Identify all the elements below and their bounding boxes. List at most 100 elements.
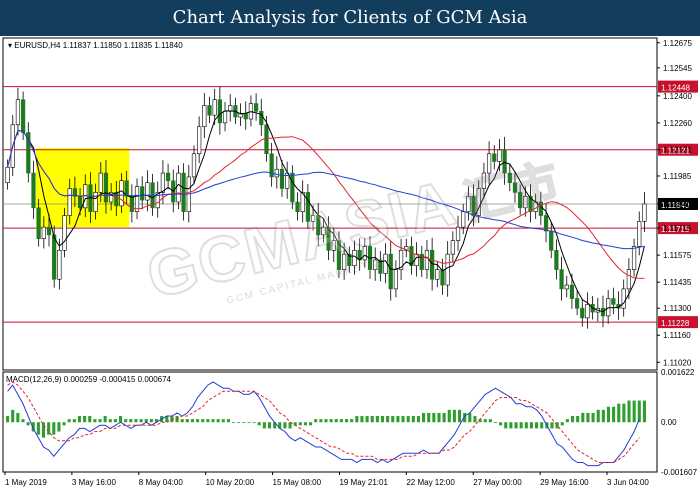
macd-histogram-bar: [550, 422, 554, 429]
macd-histogram-bar: [57, 422, 61, 432]
candle-bear: [518, 192, 523, 209]
macd-histogram-bar: [581, 412, 585, 423]
candle-bull: [476, 188, 481, 216]
macd-histogram-bar: [108, 419, 112, 423]
macd-histogram-bar: [540, 422, 544, 429]
candle-bull: [5, 166, 10, 184]
candle-bear: [543, 215, 549, 232]
candle-bear: [181, 172, 186, 212]
candle-bear: [554, 250, 559, 270]
macd-histogram-bar: [72, 419, 76, 423]
macd-histogram-bar: [201, 419, 205, 423]
macd-histogram-bar: [396, 416, 400, 423]
macd-histogram-bar: [360, 416, 364, 423]
macd-histogram-bar: [237, 422, 241, 424]
macd-histogram-bar: [303, 422, 307, 426]
candle-bull: [461, 211, 466, 228]
candle-bull: [481, 172, 487, 189]
candle-bull: [310, 215, 316, 222]
price-tick-label: 1.11840: [663, 200, 692, 209]
macd-tick-label: -0.001607: [661, 468, 698, 477]
signal-line: [7, 381, 640, 463]
price-tick-label: 1.11020: [663, 358, 692, 367]
macd-histogram-bar: [206, 419, 210, 423]
macd-histogram-bar: [365, 416, 369, 423]
candle-bear: [430, 250, 435, 280]
candle-bull: [93, 192, 98, 212]
macd-histogram-bar: [499, 422, 503, 426]
candle-bear: [388, 253, 393, 290]
candle-bear: [103, 172, 109, 203]
macd-histogram-bar: [257, 422, 261, 426]
symbol-info: ▾ EURUSD,H4 1.11837 1.11850 1.11835 1.11…: [8, 41, 183, 50]
macd-histogram-bar: [62, 422, 66, 426]
candle-bull: [455, 226, 461, 241]
macd-histogram-bar: [252, 422, 256, 424]
candle-bull: [621, 288, 626, 309]
macd-histogram-bar: [519, 422, 523, 429]
price-tick-label: 1.11300: [663, 304, 692, 313]
price-tick-label: 1.12260: [663, 119, 692, 128]
macd-histogram-bar: [77, 416, 82, 423]
candle-bear: [502, 149, 507, 174]
macd-histogram-bar: [196, 419, 200, 423]
candle-bull: [585, 304, 590, 319]
macd-histogram-bar: [422, 412, 426, 423]
macd-histogram-bar: [88, 416, 92, 423]
price-tick-label: 1.11435: [663, 278, 692, 287]
macd-histogram-bar: [334, 419, 338, 423]
candle-bull: [450, 240, 455, 255]
candle-bear: [574, 298, 580, 309]
macd-histogram-bar: [52, 422, 56, 435]
candle-bear: [21, 99, 26, 133]
macd-histogram-bar: [411, 416, 415, 423]
price-tick-label: 1.12400: [663, 92, 692, 101]
candle-bull: [486, 153, 492, 174]
macd-histogram-bar: [601, 409, 605, 423]
highlight-zone: [36, 147, 130, 228]
candle-bull: [523, 195, 528, 209]
candle-bull: [321, 226, 326, 236]
macd-histogram-bar: [232, 422, 236, 424]
macd-histogram-bar: [514, 422, 518, 429]
candle-bull: [626, 269, 631, 290]
candle-bear: [140, 186, 145, 201]
candle-bear: [492, 153, 497, 162]
macd-histogram-bar: [401, 416, 405, 423]
price-tick-label: 1.11160: [663, 331, 691, 340]
x-tick-label: 10 May 20:00: [206, 478, 255, 487]
macd-histogram-bar: [41, 422, 46, 438]
candle-bull: [145, 182, 150, 201]
candle-bear: [114, 192, 119, 207]
macd-histogram-bar: [226, 419, 230, 423]
macd-histogram-bar: [98, 419, 102, 423]
candle-bull: [160, 172, 166, 193]
candle-bull: [352, 250, 357, 267]
candle-bull: [62, 215, 67, 251]
candle-bull: [564, 284, 569, 290]
macd-histogram-bar: [345, 419, 349, 423]
candle-bear: [36, 207, 41, 240]
price-tick-label: 1.12675: [663, 39, 692, 48]
level-label: 1.11228: [661, 319, 690, 328]
macd-histogram-bar: [386, 416, 390, 423]
macd-histogram-bar: [586, 412, 590, 423]
report-title: Chart Analysis for Clients of GCM Asia: [0, 0, 700, 36]
macd-histogram-bar: [488, 419, 492, 423]
candle-bear: [31, 172, 36, 209]
x-tick-label: 3 May 16:00: [72, 478, 117, 487]
macd-histogram-bar: [309, 422, 313, 426]
macd-tick-label: 0.001622: [661, 368, 695, 377]
macd-histogram-bar: [83, 416, 87, 423]
macd-histogram-bar: [555, 422, 559, 429]
candle-bull: [637, 221, 642, 247]
x-tick-label: 15 May 08:00: [273, 478, 322, 487]
price-tick-label: 1.12121: [663, 146, 692, 155]
macd-histogram-bar: [221, 419, 225, 423]
candle-bull: [393, 269, 399, 290]
macd-histogram-bar: [6, 416, 10, 423]
macd-histogram-bar: [185, 419, 189, 423]
macd-histogram-bar: [190, 419, 195, 423]
candle-bull: [202, 105, 207, 128]
macd-histogram-bar: [329, 419, 333, 423]
